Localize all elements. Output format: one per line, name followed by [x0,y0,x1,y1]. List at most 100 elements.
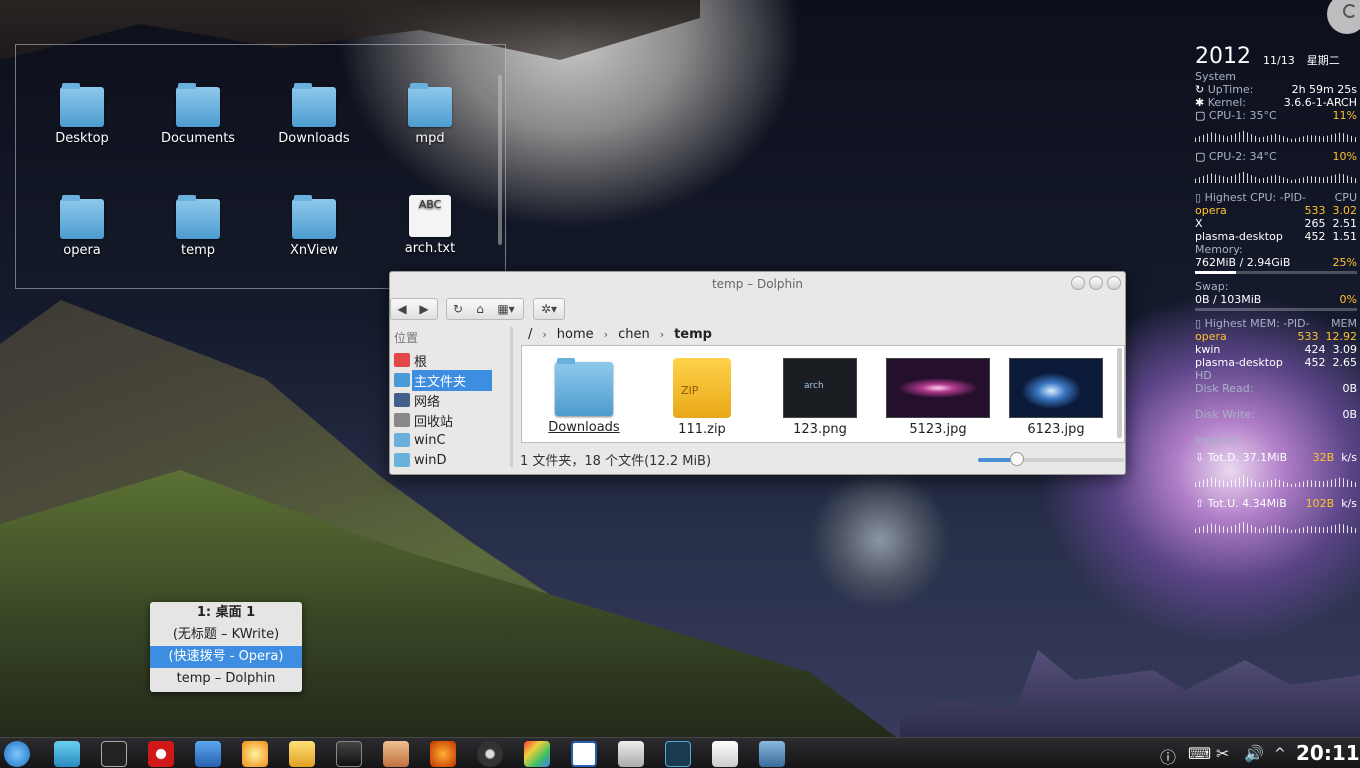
zip-archive-icon: ZIP [673,358,731,418]
panel-splitter[interactable] [510,327,513,467]
conky-system-monitor: 2012 11/13 星期二 System ↻ UpTime: 2h 59m 25… [1195,44,1357,539]
blogilo-icon[interactable] [289,741,315,767]
kcalc-icon[interactable] [618,741,644,767]
cpu-icon: ▢ [1195,109,1206,122]
kget-icon[interactable] [195,741,221,767]
zoom-slider-handle[interactable] [1010,452,1025,466]
folder-icon [176,195,220,239]
desktop-item-opera[interactable]: opera [27,195,137,258]
place-home[interactable]: 主文件夹 [392,369,508,391]
home-folder-icon [394,373,410,387]
clock[interactable]: 20:11 [1296,741,1360,765]
view-mode-icon[interactable]: ▦▾ [491,299,521,319]
plasma-toolbox-button[interactable] [1327,0,1360,34]
switcher-item-kwrite[interactable]: (无标题 – KWrite) [150,624,302,646]
image-thumbnail [1009,358,1103,418]
breadcrumb-home[interactable]: home [557,327,594,342]
dolphin-toolbar: ◀ ▶ ↻ ⌂ ▦▾ ✲▾ [390,296,1125,324]
ksysguard-icon[interactable] [665,741,691,767]
kickoff-menu-icon[interactable] [4,741,30,767]
folder-icon [60,195,104,239]
desktop-folder-view: Desktop Documents Downloads mpd opera te… [15,44,506,289]
place-network[interactable]: 网络 [392,390,508,410]
dolphin-icon[interactable] [54,741,80,767]
window-title: temp – Dolphin [711,277,804,291]
place-trash[interactable]: 回收站 [392,410,508,430]
download-icon: ⇩ [1195,451,1205,464]
back-arrow-icon[interactable]: ◀ [391,299,413,319]
libreoffice-writer-icon[interactable] [571,741,597,767]
volume-icon[interactable]: 🔊 [1244,744,1264,763]
switcher-item-dolphin[interactable]: temp – Dolphin [150,668,302,690]
maximize-button[interactable] [1089,276,1103,290]
file-item-6123-jpg[interactable]: 6123.jpg [1006,358,1106,437]
settings-gear-icon[interactable]: ✲▾ [534,299,564,319]
breadcrumb: / › home › chen › temp [528,324,712,344]
places-panel: 位置 根 主文件夹 网络 回收站 winC winD [392,327,508,469]
folder-view-scrollbar[interactable] [498,75,502,245]
keyboard-icon[interactable]: ⌨ [1188,744,1211,763]
place-wind[interactable]: winD [392,450,508,470]
upload-icon: ⇧ [1195,497,1205,510]
root-drive-icon [394,353,410,367]
memory-bar [1195,271,1357,274]
switcher-item-opera[interactable]: (快速拨号 - Opera) [150,646,302,668]
file-item-5123-jpg[interactable]: 5123.jpg [886,358,990,437]
file-item-123-png[interactable]: arch 123.png [770,358,870,437]
zoom-slider[interactable] [978,452,1124,466]
close-button[interactable] [1107,276,1121,290]
image-thumbnail [886,358,990,418]
file-view-scrollbar[interactable] [1117,348,1122,438]
minimize-button[interactable] [1071,276,1085,290]
desktop-item-documents[interactable]: Documents [143,83,253,146]
kdenlive-icon[interactable] [336,741,362,767]
krita-icon[interactable] [524,741,550,767]
systemsettings-icon[interactable] [759,741,785,767]
desktop-item-downloads[interactable]: Downloads [259,83,369,146]
place-root[interactable]: 根 [392,350,508,370]
home-icon[interactable]: ⌂ [469,299,491,319]
download-graph [1195,475,1357,487]
wallpaper-hills [0,470,900,740]
window-switcher-popup: 1: 桌面 1 (无标题 – KWrite) (快速拨号 - Opera) te… [150,602,302,692]
forward-arrow-icon[interactable]: ▶ [413,299,435,319]
desktop-item-mpd[interactable]: mpd [375,83,485,146]
kwrite-icon[interactable] [712,741,738,767]
breadcrumb-temp[interactable]: temp [674,327,712,342]
chevron-right-icon: › [542,327,547,341]
firefox-icon[interactable] [430,741,456,767]
chevron-up-icon[interactable]: ^ [1274,746,1286,762]
folder-icon [292,83,336,127]
chevron-right-icon: › [603,327,609,341]
desktop-item-xnview[interactable]: XnView [259,195,369,258]
opera-icon[interactable] [148,741,174,767]
cpu1-graph [1195,130,1357,142]
desktop-item-desktop[interactable]: Desktop [27,83,137,146]
switcher-desktop-title: 1: 桌面 1 [196,605,256,620]
memory-bar-fill [1195,271,1236,274]
file-item-downloads[interactable]: Downloads [534,358,634,435]
desktop-item-arch-txt[interactable]: ABC arch.txt [375,195,485,256]
file-item-111-zip[interactable]: ZIP 111.zip [652,358,752,437]
status-text: 1 文件夹，18 个文件(12.2 MiB) [520,454,712,469]
breadcrumb-root[interactable]: / [528,327,532,342]
folder-icon [60,83,104,127]
desktop-item-temp[interactable]: temp [143,195,253,258]
folder-icon [555,358,613,416]
scissors-icon[interactable]: ✂ [1216,744,1229,763]
rhythmbox-icon[interactable] [477,741,503,767]
window-titlebar[interactable]: temp – Dolphin [390,272,1125,296]
taskbar: ⓘ ⌨ ✂ 🔊 ^ 20:11 [0,737,1360,768]
gwenview-icon[interactable] [383,741,409,767]
folder-icon [394,453,410,467]
text-file-icon: ABC [409,195,451,237]
network-icon [394,393,410,407]
uptime-icon: ↻ [1195,83,1205,96]
breadcrumb-chen[interactable]: chen [618,327,650,342]
info-icon[interactable]: ⓘ [1160,744,1176,768]
konsole-icon[interactable] [101,741,127,767]
swap-bar [1195,308,1357,311]
reload-icon[interactable]: ↻ [447,299,469,319]
ktorrent-icon[interactable] [242,741,268,767]
place-winc[interactable]: winC [392,430,508,450]
